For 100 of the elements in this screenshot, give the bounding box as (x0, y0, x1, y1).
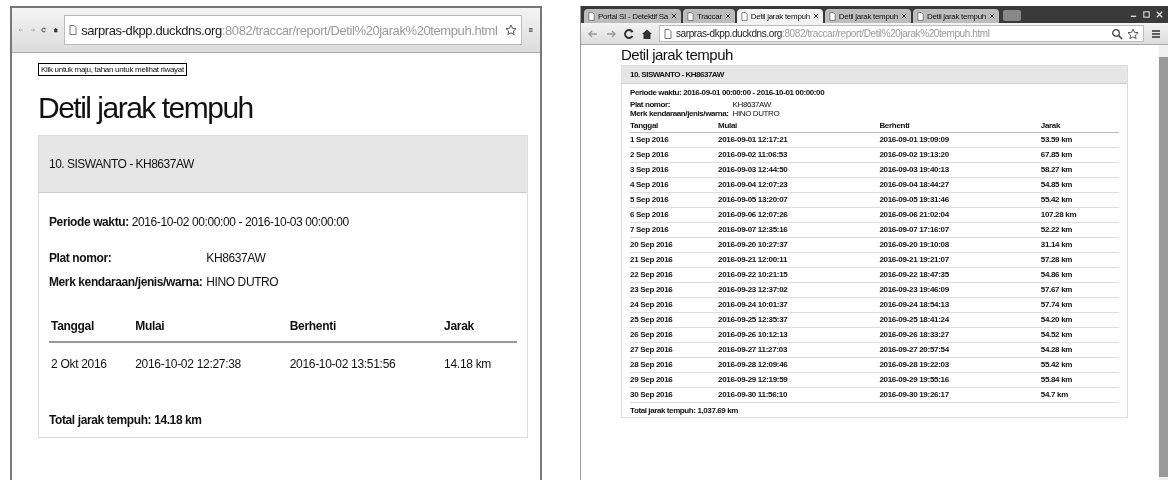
table-cell: 57.28 km (1040, 252, 1119, 268)
column-header: Jarak (442, 319, 517, 342)
maximize-icon[interactable] (1142, 10, 1151, 19)
field-value: HINO DUTRO (206, 275, 279, 289)
table-cell: 54.52 km (1040, 327, 1119, 343)
zoom-icon[interactable] (1111, 27, 1123, 40)
browser-tab[interactable]: Portal SI - Detektif Sa (584, 9, 682, 23)
table-cell: 25 Sep 2016 (630, 312, 718, 328)
field-label: Plat nomor: (630, 100, 671, 109)
table-cell: 31.14 km (1040, 237, 1119, 253)
table-cell: 55.42 km (1040, 357, 1119, 373)
table-cell: 107.28 km (1040, 207, 1119, 223)
close-icon[interactable] (724, 13, 731, 19)
table-cell: 54.28 km (1040, 342, 1119, 358)
table-cell: 57.74 km (1040, 297, 1119, 313)
table-cell: 55.84 km (1040, 372, 1119, 388)
table-cell: 58.27 km (1040, 162, 1119, 178)
table-cell: 52.22 km (1040, 222, 1119, 238)
table-cell: 53.59 km (1040, 132, 1119, 148)
card-header: 10. SISWANTO - KH8637AW (622, 66, 1127, 84)
card-header: 10. SISWANTO - KH8637AW (39, 136, 527, 193)
table-cell: 55.42 km (1040, 192, 1119, 208)
table-cell: 67.85 km (1040, 147, 1119, 163)
table-cell: 2016-09-04 18:44:27 (879, 177, 1041, 193)
table-cell: 2016-09-30 11:56:10 (718, 387, 880, 403)
browser-tab[interactable]: Detil jarak tempuh (824, 9, 911, 23)
table-cell: 2016-09-23 12:37:02 (718, 282, 880, 298)
column-header: Mulai (718, 121, 880, 133)
table-cell: 4 Sep 2016 (630, 177, 718, 193)
table-cell: 7 Sep 2016 (630, 222, 718, 238)
table-cell: 2016-09-02 11:06:53 (718, 147, 880, 163)
table-cell: 2016-09-28 19:22:03 (879, 357, 1041, 373)
address-bar[interactable]: sarpras-dkpp.duckdns.org:8082/traccar/report/Detil%20jarak%20tempuh.html (659, 25, 1144, 42)
table-cell: 54.7 km (1040, 387, 1119, 403)
column-header: Tanggal (630, 121, 718, 133)
table-cell: 2016-09-24 18:54:13 (879, 297, 1041, 313)
table-cell: 2016-09-03 19:40:13 (879, 162, 1041, 178)
table-cell: 2 Okt 2016 (49, 342, 134, 385)
browser-tab[interactable]: Detil jarak tempuh (912, 9, 999, 23)
close-icon[interactable] (989, 13, 995, 19)
close-icon[interactable] (671, 13, 678, 19)
page-icon (664, 28, 672, 39)
field-value: KH8637AW (732, 100, 771, 109)
page-icon (69, 25, 78, 35)
table-cell: 14.18 km (442, 342, 517, 385)
tooltip: Klik untuk maju, tahan untuk melihat riwayat (38, 63, 187, 76)
browser-tab[interactable]: Traccar (683, 9, 735, 23)
star-icon[interactable] (1127, 27, 1139, 40)
table-cell: 20 Sep 2016 (630, 237, 718, 253)
close-icon[interactable] (900, 13, 907, 19)
table-cell: 2016-09-02 19:13:20 (879, 147, 1041, 163)
close-icon[interactable] (812, 13, 819, 19)
table-cell: 54.20 km (1040, 312, 1119, 328)
table-cell: 2016-09-22 10:21:15 (718, 267, 880, 283)
table-cell: 2016-09-05 13:20:07 (718, 192, 880, 208)
table-cell: 2016-09-27 11:27:03 (718, 342, 880, 358)
table-cell: 2016-09-29 12:19:59 (718, 372, 880, 388)
table-cell: 2016-09-03 12:44:50 (718, 162, 880, 178)
field-label: Plat nomor: (49, 251, 112, 265)
page-title: Detil jarak tempuh (38, 91, 254, 125)
page-icon (916, 11, 924, 21)
table-cell: 2016-09-22 18:47:35 (879, 267, 1041, 283)
address-bar[interactable]: sarpras-dkpp.duckdns.org:8082/traccar/report/Detil%20jarak%20tempuh.html (64, 15, 523, 45)
table-cell: 2016-09-21 12:00:11 (718, 252, 880, 268)
scrollbar[interactable] (1159, 45, 1168, 480)
table-cell: 2016-10-02 12:27:38 (133, 342, 288, 385)
browser-tab[interactable]: Detil jarak tempuh (736, 9, 823, 23)
home-icon[interactable] (641, 27, 653, 40)
table-cell: 2016-09-06 12:07:26 (718, 207, 880, 223)
table-cell: 28 Sep 2016 (630, 357, 718, 373)
table-cell: 2016-09-07 12:35:16 (718, 222, 880, 238)
table-cell: 2016-09-25 18:41:24 (879, 312, 1041, 328)
table-cell: 21 Sep 2016 (630, 252, 718, 268)
table-cell: 54.86 km (1040, 267, 1119, 283)
table-cell: 29 Sep 2016 (630, 372, 718, 388)
field-value: HINO DUTRO (732, 109, 780, 118)
url-text: sarpras-dkpp.duckdns.org:8082/traccar/report/Detil%20jarak%20tempuh.html (81, 22, 498, 38)
page-icon (687, 11, 695, 21)
reload-icon[interactable] (623, 27, 635, 40)
table-cell: 24 Sep 2016 (630, 297, 718, 313)
table-cell: 2016-09-26 10:12:13 (718, 327, 880, 343)
table-cell: 2016-09-20 19:10:08 (879, 237, 1041, 253)
tab-title: Detil jarak tempuh (750, 11, 810, 21)
total-distance: Total jarak tempuh: 1,037.69 km (630, 406, 739, 415)
menu-icon[interactable] (1150, 27, 1162, 40)
star-icon[interactable] (505, 24, 518, 36)
table-cell: 2016-09-25 12:35:37 (718, 312, 880, 328)
table-cell: 2016-09-27 20:57:54 (879, 342, 1041, 358)
url-text: sarpras-dkpp.duckdns.org:8082/traccar/report/Detil%20jarak%20tempuh.html (676, 28, 990, 39)
table-cell: 2016-09-30 19:26:17 (879, 387, 1041, 403)
table-cell: 30 Sep 2016 (630, 387, 718, 403)
table-cell: 2016-09-23 19:46:09 (879, 282, 1041, 298)
field-label: Merk kendaraan/jenis/warna: (49, 275, 203, 289)
field-value: KH8637AW (206, 251, 266, 265)
column-header: Mulai (133, 319, 288, 342)
table-cell: 23 Sep 2016 (630, 282, 718, 298)
table-cell: 2016-09-01 12:17:21 (718, 132, 880, 148)
table-cell: 3 Sep 2016 (630, 162, 718, 178)
table-cell: 2016-09-20 10:27:37 (718, 237, 880, 253)
table-cell: 26 Sep 2016 (630, 327, 718, 343)
